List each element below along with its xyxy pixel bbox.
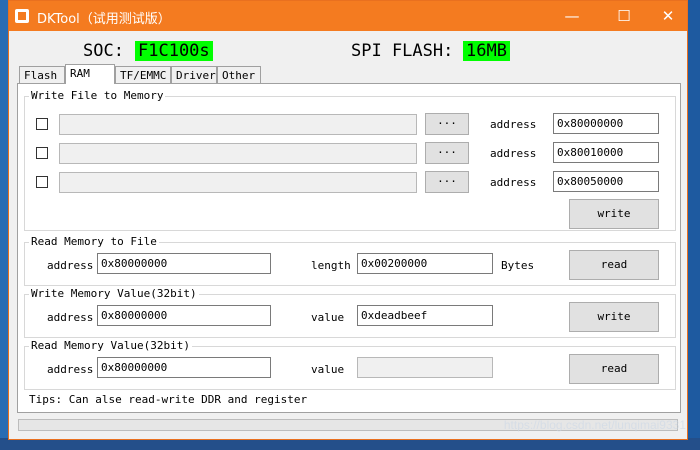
write-value-address-label: address [47,311,94,324]
app-window: DKTool（试用测试版） — ☐ ✕ SOC: F1C100s SPI FLA… [8,0,688,440]
app-icon [15,9,29,23]
read-value-title: Read Memory Value(32bit) [29,339,192,352]
spi-flash-value: 16MB [463,41,510,61]
file-2-address-label: address [490,147,537,160]
soc-value: F1C100s [135,41,213,61]
read-file-address-label: address [47,259,94,272]
read-value-address-input[interactable]: 0x80000000 [97,357,271,378]
file-3-browse-button[interactable]: ··· [425,171,469,193]
spi-flash-label: SPI FLASH: [351,41,454,61]
desktop-background-right [688,0,700,450]
file-2-address-input[interactable]: 0x80010000 [553,142,659,163]
file-3-address-label: address [490,176,537,189]
read-file-unit-label: Bytes [501,259,535,272]
read-value-group: Read Memory Value(32bit) address 0x80000… [24,339,676,390]
read-file-address-input[interactable]: 0x80000000 [97,253,271,274]
close-button[interactable]: ✕ [645,1,691,31]
soc-label: SOC: [83,41,124,61]
write-file-group: Write File to Memory ··· address 0x80000… [24,89,676,231]
maximize-button[interactable]: ☐ [601,1,647,31]
read-value-button[interactable]: read [569,354,659,384]
file-3-address-input[interactable]: 0x80050000 [553,171,659,192]
title-bar[interactable]: DKTool（试用测试版） — ☐ ✕ [9,1,687,31]
file-2-browse-button[interactable]: ··· [425,142,469,164]
read-file-length-input[interactable]: 0x00200000 [357,253,493,274]
read-file-group: Read Memory to File address 0x80000000 l… [24,235,676,286]
file-1-address-label: address [490,118,537,131]
file-1-path-field[interactable] [59,114,417,135]
tab-driver[interactable]: Driver [171,66,217,83]
file-1-address-input[interactable]: 0x80000000 [553,113,659,134]
file-3-checkbox[interactable] [36,176,48,188]
read-file-length-label: length [311,259,351,272]
file-1-browse-button[interactable]: ··· [425,113,469,135]
tips-text: Tips: Can alse read-write DDR and regist… [29,393,308,406]
file-3-path-field[interactable] [59,172,417,193]
minimize-button[interactable]: — [549,1,595,31]
write-value-value-label: value [311,311,345,324]
ram-tab-panel: Write File to Memory ··· address 0x80000… [17,83,681,413]
tab-ram[interactable]: RAM [65,64,115,84]
read-file-title: Read Memory to File [29,235,159,248]
write-value-group: Write Memory Value(32bit) address 0x8000… [24,287,676,338]
read-value-address-label: address [47,363,94,376]
tab-tf-emmc[interactable]: TF/EMMC [115,66,171,83]
write-value-value-input[interactable]: 0xdeadbeef [357,305,493,326]
read-file-button[interactable]: read [569,250,659,280]
write-file-button[interactable]: write [569,199,659,229]
write-value-address-input[interactable]: 0x80000000 [97,305,271,326]
read-value-value-label: value [311,363,345,376]
write-value-title: Write Memory Value(32bit) [29,287,199,300]
tab-other[interactable]: Other [217,66,261,83]
read-value-value-output [357,357,493,378]
tab-flash[interactable]: Flash [19,66,65,83]
write-value-button[interactable]: write [569,302,659,332]
window-title: DKTool（试用测试版） [37,12,171,27]
desktop-background-left [0,0,8,450]
write-file-title: Write File to Memory [29,89,166,102]
file-1-checkbox[interactable] [36,118,48,130]
file-2-path-field[interactable] [59,143,417,164]
watermark-text: https://blog.csdn.net/lunqimai9331 [503,418,686,432]
file-2-checkbox[interactable] [36,147,48,159]
